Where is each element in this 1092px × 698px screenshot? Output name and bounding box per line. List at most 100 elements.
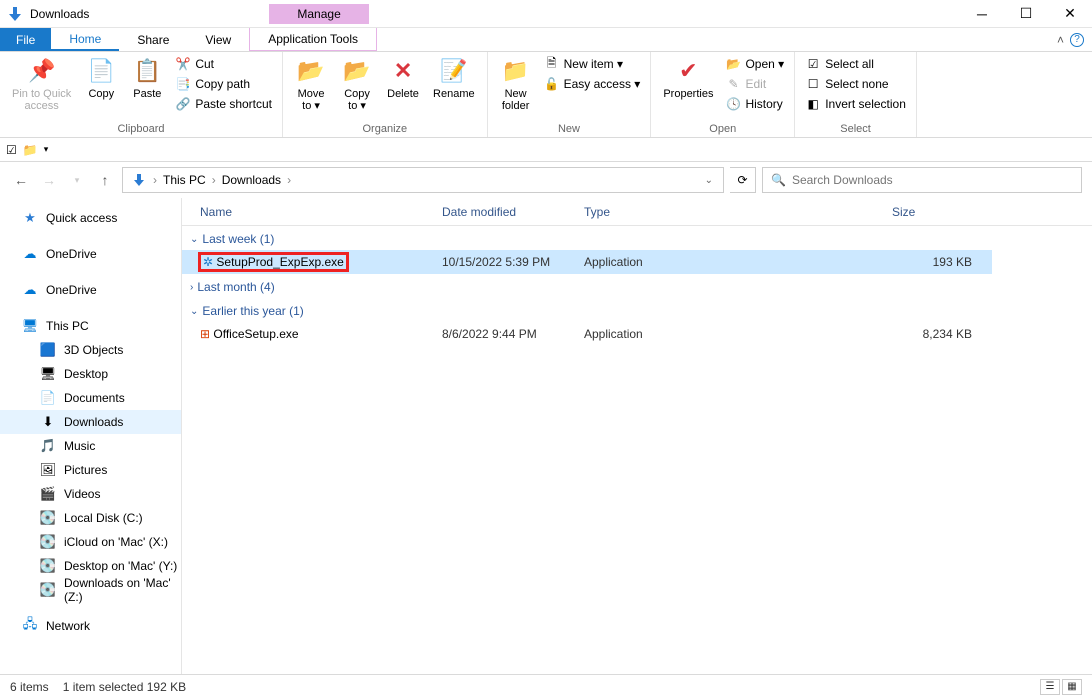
tab-view[interactable]: View: [187, 28, 249, 51]
file-list-pane: Name Date modified Type Size ⌄Last week …: [182, 198, 1092, 674]
chevron-icon: ⌄: [190, 306, 198, 317]
recent-dropdown-icon[interactable]: ▾: [66, 175, 88, 186]
move-to-icon: 📂: [296, 56, 326, 86]
star-icon: ★: [22, 210, 38, 226]
crumb-separator-icon[interactable]: ›: [285, 173, 293, 187]
rename-icon: 📝: [439, 56, 469, 86]
nav-item[interactable]: ⬇Downloads: [0, 410, 181, 434]
pin-quick-access-button[interactable]: 📌 Pin to Quick access: [6, 54, 77, 114]
nav-quick-access[interactable]: ★Quick access: [0, 206, 181, 230]
cut-button[interactable]: ✂️Cut: [171, 54, 276, 74]
tab-home[interactable]: Home: [51, 28, 119, 51]
new-folder-button[interactable]: 📁New folder: [494, 54, 538, 114]
contextual-tab-manage[interactable]: Manage: [269, 4, 368, 24]
col-header-name[interactable]: Name: [200, 205, 442, 219]
search-field[interactable]: [792, 173, 1073, 187]
nav-item[interactable]: 🎬Videos: [0, 482, 181, 506]
forward-button[interactable]: →: [38, 172, 60, 188]
nav-item[interactable]: 💽iCloud on 'Mac' (X:): [0, 530, 181, 554]
group-header[interactable]: ›Last month (4): [182, 274, 992, 298]
ribbon: 📌 Pin to Quick access 📄 Copy 📋 Paste ✂️C…: [0, 52, 1092, 138]
file-row[interactable]: ✲ SetupProd_ExpExp.exe10/15/2022 5:39 PM…: [182, 250, 992, 274]
tab-application-tools[interactable]: Application Tools: [249, 28, 377, 51]
file-type: Application: [584, 255, 892, 269]
qat-properties-icon[interactable]: ☑: [6, 143, 17, 157]
view-details-button[interactable]: ☰: [1040, 679, 1060, 695]
help-icon[interactable]: ?: [1070, 33, 1084, 47]
nav-item[interactable]: 🖥Desktop: [0, 362, 181, 386]
group-header[interactable]: ⌄Last week (1): [182, 226, 992, 250]
nav-item[interactable]: 💽Desktop on 'Mac' (Y:): [0, 554, 181, 578]
nav-item[interactable]: 🖼Pictures: [0, 458, 181, 482]
breadcrumb[interactable]: › This PC › Downloads › ⌄: [122, 167, 724, 193]
group-label-select: Select: [801, 121, 910, 137]
minimize-button[interactable]: ─: [960, 0, 1004, 28]
maximize-button[interactable]: ☐: [1004, 0, 1048, 28]
select-all-icon: ☑: [805, 56, 821, 72]
tab-file[interactable]: File: [0, 28, 51, 51]
folder-icon: 📄: [40, 390, 56, 406]
paste-shortcut-button[interactable]: 🔗Paste shortcut: [171, 94, 276, 114]
rename-button[interactable]: 📝Rename: [427, 54, 481, 102]
crumb-separator-icon[interactable]: ›: [151, 173, 159, 187]
new-item-button[interactable]: 🗎New item ▾: [540, 54, 645, 74]
properties-button[interactable]: ✔Properties: [657, 54, 719, 102]
history-icon: 🕓: [725, 96, 741, 112]
file-date: 10/15/2022 5:39 PM: [442, 255, 584, 269]
crumb-downloads[interactable]: Downloads: [218, 173, 285, 187]
copy-button[interactable]: 📄 Copy: [79, 54, 123, 102]
view-thumbnails-button[interactable]: ▦: [1062, 679, 1082, 695]
edit-button[interactable]: ✎Edit: [721, 74, 788, 94]
qat-folder-icon[interactable]: 📁: [23, 143, 38, 157]
nav-this-pc[interactable]: 🖥This PC: [0, 314, 181, 338]
nav-onedrive[interactable]: ☁OneDrive: [0, 242, 181, 266]
paste-shortcut-icon: 🔗: [175, 96, 191, 112]
pin-icon: 📌: [27, 56, 57, 86]
search-input[interactable]: 🔍: [762, 167, 1082, 193]
crumb-this-pc[interactable]: This PC: [159, 173, 210, 187]
close-button[interactable]: ✕: [1048, 0, 1092, 28]
collapse-ribbon-icon[interactable]: ˄: [1057, 33, 1064, 47]
easy-access-icon: 🔓: [544, 76, 560, 92]
file-row[interactable]: ⊞ OfficeSetup.exe8/6/2022 9:44 PMApplica…: [182, 322, 992, 346]
delete-button[interactable]: ✕Delete: [381, 54, 425, 102]
select-none-button[interactable]: ☐Select none: [801, 74, 910, 94]
col-header-type[interactable]: Type: [584, 205, 892, 219]
properties-icon: ✔: [673, 56, 703, 86]
qat-dropdown-icon[interactable]: ▾: [44, 144, 49, 155]
folder-icon: 💽: [40, 510, 56, 526]
nav-item[interactable]: 🟦3D Objects: [0, 338, 181, 362]
chevron-icon: ⌄: [190, 234, 198, 245]
select-none-icon: ☐: [805, 76, 821, 92]
address-dropdown-icon[interactable]: ⌄: [705, 175, 719, 186]
move-to-button[interactable]: 📂Move to ▾: [289, 54, 333, 114]
copy-to-button[interactable]: 📂Copy to ▾: [335, 54, 379, 114]
tab-share[interactable]: Share: [119, 28, 187, 51]
history-button[interactable]: 🕓History: [721, 94, 788, 114]
invert-selection-button[interactable]: ◧Invert selection: [801, 94, 910, 114]
open-button[interactable]: 📂Open ▾: [721, 54, 788, 74]
open-icon: 📂: [725, 56, 741, 72]
nav-item[interactable]: 💽Downloads on 'Mac' (Z:): [0, 578, 181, 602]
file-date: 8/6/2022 9:44 PM: [442, 327, 584, 341]
nav-item[interactable]: 📄Documents: [0, 386, 181, 410]
nav-network[interactable]: 🖧Network: [0, 614, 181, 638]
group-header[interactable]: ⌄Earlier this year (1): [182, 298, 992, 322]
col-header-size[interactable]: Size: [892, 205, 1092, 219]
paste-button[interactable]: 📋 Paste: [125, 54, 169, 102]
select-all-button[interactable]: ☑Select all: [801, 54, 910, 74]
nav-item[interactable]: 🎵Music: [0, 434, 181, 458]
copy-path-button[interactable]: 📑Copy path: [171, 74, 276, 94]
nav-item[interactable]: 💽Local Disk (C:): [0, 506, 181, 530]
address-bar: ← → ▾ ↑ › This PC › Downloads › ⌄ ⟳ 🔍: [0, 162, 1092, 198]
file-name: ⊞ OfficeSetup.exe: [200, 327, 442, 341]
refresh-button[interactable]: ⟳: [730, 167, 756, 193]
easy-access-button[interactable]: 🔓Easy access ▾: [540, 74, 645, 94]
nav-onedrive[interactable]: ☁OneDrive: [0, 278, 181, 302]
back-button[interactable]: ←: [10, 172, 32, 188]
folder-icon: 🟦: [40, 342, 56, 358]
titlebar: Downloads Manage ─ ☐ ✕: [0, 0, 1092, 28]
col-header-date[interactable]: Date modified: [442, 205, 584, 219]
up-button[interactable]: ↑: [94, 172, 116, 188]
crumb-separator-icon[interactable]: ›: [210, 173, 218, 187]
